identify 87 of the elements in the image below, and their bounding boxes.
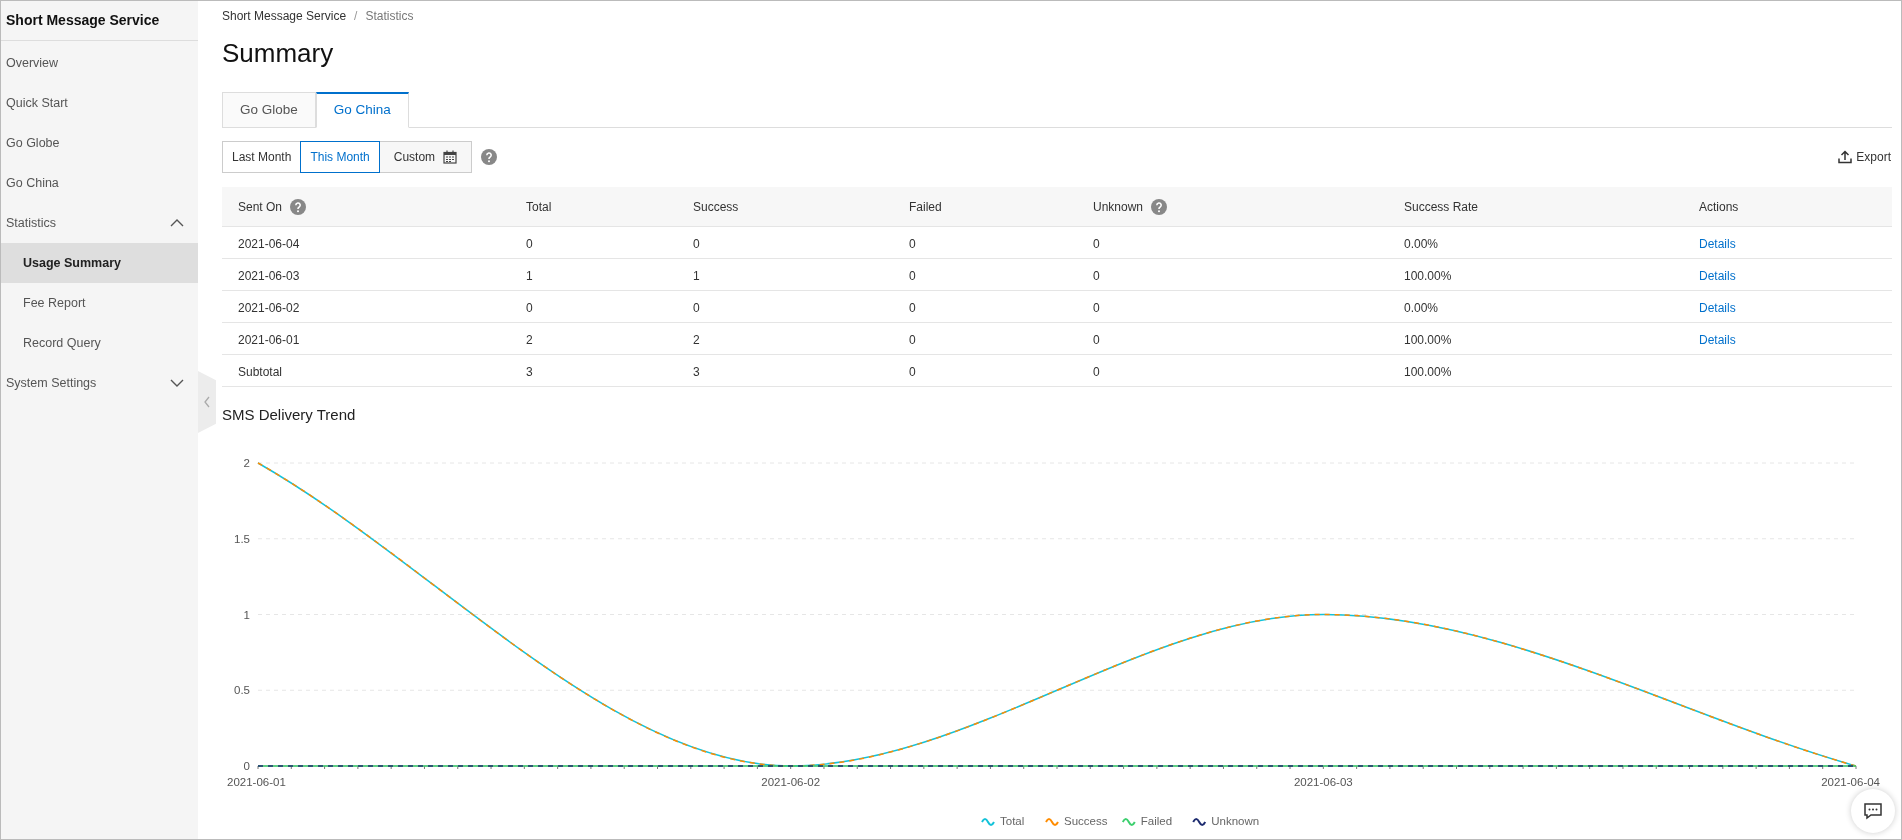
table-cell: 100.00%	[1404, 332, 1452, 347]
chevron-up-icon	[170, 219, 184, 227]
legend-wave-icon	[1192, 818, 1207, 826]
upload-icon	[1838, 150, 1853, 164]
table-cell: 0	[909, 332, 916, 347]
details-link[interactable]: Details	[1699, 300, 1736, 315]
sidebar-item[interactable]: Usage Summary	[1, 243, 198, 283]
table-cell: 3	[693, 364, 700, 379]
sidebar-item[interactable]: Statistics	[1, 203, 198, 243]
table-cell: 100.00%	[1404, 364, 1452, 379]
table-cell: 0.00%	[1404, 300, 1439, 315]
x-tick-label: 2021-06-01	[227, 776, 286, 788]
table-cell: 2	[693, 332, 700, 347]
range-button[interactable]: Custom	[378, 141, 473, 173]
tab[interactable]: Go China	[315, 92, 409, 128]
breadcrumb-separator: /	[354, 8, 358, 26]
table-cell: 2021-06-01	[238, 332, 300, 347]
sidebar-item[interactable]: Quick Start	[1, 83, 198, 123]
export-button[interactable]: Export	[1838, 148, 1891, 166]
table-cell: 0	[909, 268, 916, 283]
sidebar-title: Short Message Service	[1, 1, 198, 41]
table-cell: 0	[909, 300, 916, 315]
column-header: Failed	[909, 198, 942, 216]
table-cell: 0	[1093, 236, 1100, 251]
table-cell: 100.00%	[1404, 268, 1452, 283]
table-cell: 2021-06-03	[238, 268, 300, 283]
x-tick-label: 2021-06-04	[1821, 776, 1880, 788]
sidebar-item[interactable]: Go Globe	[1, 123, 198, 163]
tab[interactable]: Go Globe	[222, 92, 316, 128]
legend-wave-icon	[1045, 818, 1059, 826]
details-link[interactable]: Details	[1699, 236, 1736, 251]
table-cell: 0	[909, 236, 916, 251]
table-cell: 0	[1093, 332, 1100, 347]
table-cell: 0	[693, 236, 700, 251]
table-cell: 1	[693, 268, 700, 283]
table-cell: 0	[909, 364, 916, 379]
y-tick-label: 0	[243, 760, 250, 772]
range-button[interactable]: This Month	[300, 141, 380, 173]
column-header: Success	[693, 198, 739, 216]
sidebar-item[interactable]: Go China	[1, 163, 198, 203]
table-cell: 0	[693, 300, 700, 315]
legend-label[interactable]: Failed	[1140, 815, 1173, 827]
range-button[interactable]: Last Month	[222, 141, 302, 173]
help-icon	[481, 149, 498, 165]
table-cell: Subtotal	[238, 364, 283, 379]
sidebar-item[interactable]: System Settings	[1, 363, 198, 403]
column-header: Unknown	[1093, 198, 1144, 216]
breadcrumb-item: Statistics	[365, 8, 414, 26]
legend-wave-icon	[1121, 818, 1136, 826]
details-link[interactable]: Details	[1699, 332, 1736, 347]
y-tick-label: 1.5	[234, 532, 250, 545]
details-link[interactable]: Details	[1699, 268, 1736, 283]
page-title: Summary	[222, 37, 335, 71]
column-header: Total	[526, 198, 552, 216]
breadcrumb-item[interactable]: Short Message Service	[222, 7, 347, 26]
column-header: Actions	[1699, 198, 1739, 216]
chat-button[interactable]	[1851, 789, 1895, 833]
table-cell: 0	[1093, 268, 1100, 283]
x-tick-label: 2021-06-02	[761, 776, 821, 788]
table-cell: 2	[526, 332, 533, 347]
legend-wave-icon	[981, 818, 995, 826]
table-cell: 1	[526, 268, 533, 283]
table-cell: 0	[1093, 364, 1100, 379]
column-header: Sent On	[238, 198, 283, 216]
table-cell: 3	[526, 364, 533, 379]
sidebar-item[interactable]: Fee Report	[1, 283, 198, 323]
y-tick-label: 0.5	[234, 684, 250, 697]
sidebar-item[interactable]: Overview	[1, 43, 198, 83]
legend-label[interactable]: Unknown	[1211, 815, 1260, 827]
sidebar-item[interactable]: Record Query	[1, 323, 198, 363]
table-cell: 0.00%	[1404, 236, 1439, 251]
table-cell: 2021-06-02	[238, 300, 300, 315]
calendar-icon	[443, 150, 458, 164]
table-cell: 0	[526, 236, 533, 251]
legend-label[interactable]: Success	[1064, 815, 1108, 827]
chart-title: SMS Delivery Trend	[222, 405, 357, 425]
chat-icon	[1863, 801, 1883, 821]
x-tick-label: 2021-06-03	[1293, 776, 1353, 788]
chevron-down-icon	[170, 379, 184, 387]
table-cell: 2021-06-04	[238, 236, 300, 251]
y-tick-label: 1	[243, 608, 250, 621]
table-cell: 0	[1093, 300, 1100, 315]
chevron-left-icon	[203, 396, 211, 408]
legend-label[interactable]: Total	[1000, 815, 1025, 827]
y-tick-label: 2	[243, 457, 250, 469]
column-header: Success Rate	[1404, 198, 1479, 216]
table-cell: 0	[526, 300, 533, 315]
